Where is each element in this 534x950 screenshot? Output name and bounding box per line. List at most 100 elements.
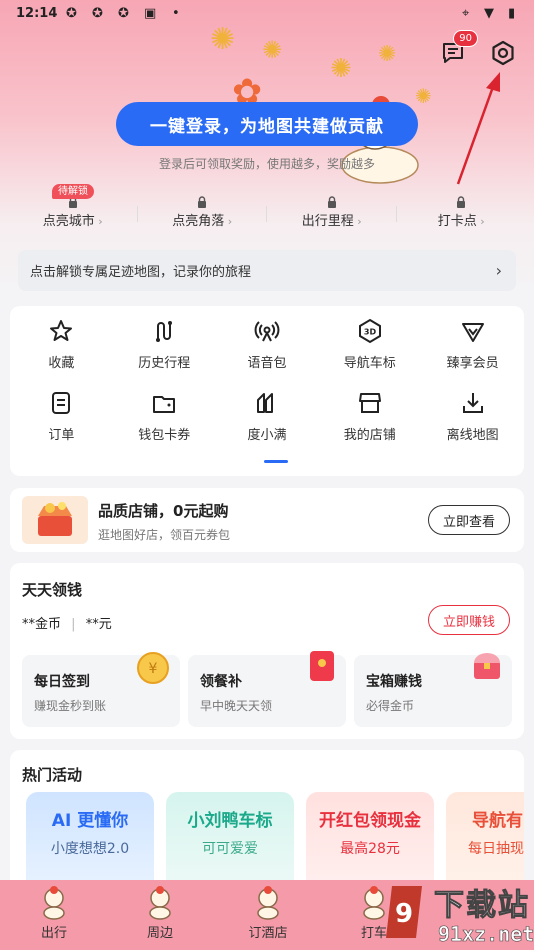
firework-decoration-icon: ✺ [330,54,352,84]
quick-link-checkin-points[interactable]: 打卡点 [397,190,527,240]
activity-title: 开红包领现金 [319,811,421,831]
svg-text:9: 9 [395,899,413,929]
grid-item-label: 语音包 [247,356,287,371]
chevron-right-icon: › [495,261,502,280]
grid-item-favorites[interactable]: 收藏 [10,306,113,378]
app-notification-icon: ✪ [92,6,103,21]
hotel-mascot-icon [257,886,279,920]
store-icon [358,393,381,413]
cash-value: **元 [85,617,112,632]
gift-basket-icon [22,496,88,544]
svg-text:3D: 3D [364,328,377,337]
grid-item-duxiaoman[interactable]: 度小满 [216,378,319,450]
grid-item-label: 导航车标 [343,356,396,371]
task-title: 每日签到 [34,674,90,690]
download-icon [462,393,483,413]
battery-icon: ▮ [508,6,516,21]
earn-now-button[interactable]: 立即赚钱 [428,605,510,635]
firework-decoration-icon: ✺ [378,42,397,67]
red-envelope-icon [310,651,334,681]
grid-item-voice-pack[interactable]: 语音包 [216,306,319,378]
quick-link-label: 点亮角落 [172,214,232,229]
grid-item-premium-member[interactable]: 臻享会员 [421,306,524,378]
quality-store-banner[interactable]: 品质店铺，0元起购 逛地图好店，领百元券包 立即查看 [10,488,524,552]
activity-card-duck-car-icon[interactable]: 小刘鸭车标 可可爱爱 [166,792,294,890]
grid-item-offline-map[interactable]: 离线地图 [421,378,524,450]
activity-subtitle: 最高28元 [340,841,400,857]
annotation-arrow [456,72,500,185]
login-subtitle: 登录后可领取奖励，使用越多，奖励越多 [158,157,375,171]
one-click-login-button[interactable]: 一键登录，为地图共建做贡献 [116,102,418,146]
grid-item-my-store[interactable]: 我的店铺 [318,378,421,450]
grid-item-label: 我的店铺 [343,428,396,443]
pending-unlock-tag: 待解锁 [52,184,94,199]
daily-coins-title: 天天领钱 [22,581,83,599]
grid-item-label: 度小满 [247,428,287,443]
quick-link-light-corner[interactable]: 点亮角落 [138,190,267,240]
grid-item-label: 离线地图 [446,428,499,443]
grid-page-indicator [264,460,288,463]
settings-button[interactable] [486,36,520,70]
firework-decoration-icon: ✺ [262,36,283,64]
app-notification-icon: ▣ [144,6,157,21]
voice-icon [254,321,280,342]
coin-balance: **金币 | **元 [22,613,112,632]
grid-item-label: 收藏 [48,356,75,371]
treasure-box-icon [474,653,500,679]
grid-item-orders[interactable]: 订单 [10,378,113,450]
watermark-url: 91xz.net [438,922,534,947]
tab-label: 订酒店 [248,926,288,941]
wallet-icon [153,396,176,413]
firework-decoration-icon: ✺ [210,22,236,57]
task-meal-subsidy[interactable]: 领餐补 早中晚天天领 [188,651,346,727]
tab-book-hotel[interactable]: 订酒店 [218,880,318,950]
activity-title: 导航有 [472,811,523,831]
tab-label: 出行 [40,926,67,941]
message-count-badge: 90 [453,30,478,47]
gold-coin-icon: ¥ [137,652,169,684]
location-icon: ⌖ [462,6,470,21]
hot-activities-title: 热门活动 [22,766,83,784]
task-treasure-box[interactable]: 宝箱赚钱 必得金币 [354,653,512,727]
task-subtitle: 赚现金秒到账 [34,699,107,713]
lock-icon [327,196,336,208]
nearby-mascot-icon [149,886,171,920]
svg-text:¥: ¥ [149,661,158,677]
quick-link-label: 打卡点 [438,214,485,229]
quick-link-label: 点亮城市 [43,214,103,229]
tab-travel[interactable]: 出行 [4,880,104,950]
quick-link-travel-mileage[interactable]: 出行里程 [267,190,397,240]
activity-subtitle: 可可爱爱 [202,841,258,857]
tab-nearby[interactable]: 周边 [110,880,210,950]
task-daily-checkin[interactable]: 每日签到 赚现金秒到账 ¥ [22,652,180,727]
quick-link-light-city[interactable]: 待解锁 点亮城市 [8,184,138,240]
task-subtitle: 必得金币 [366,699,415,713]
grid-item-trip-history[interactable]: 历史行程 [113,306,216,378]
activity-subtitle: 每日抽现 [468,841,524,857]
daily-coins-card: 天天领钱 **金币 | **元 立即赚钱 每日签到 赚现金秒到账 ¥ 领餐补 早… [10,563,524,739]
tab-label: 周边 [146,926,173,941]
task-title: 领餐补 [200,674,242,690]
coins-value: **金币 [22,617,62,632]
divider: | [71,617,76,632]
hot-activities-card: 热门活动 AI 更懂你 小度想想2.0 小刘鸭车标 可可爱爱 开红包领现金 最高… [10,750,524,890]
status-time: 12:14 [16,6,58,21]
message-button[interactable]: 90 [436,30,478,70]
unlock-footprint-map-bar[interactable]: 点击解锁专属足迹地图，记录你的旅程 › [18,250,516,291]
grid-item-nav-car-icon[interactable]: 3D 导航车标 [318,306,421,378]
store-banner-subtitle: 逛地图好店，领百元券包 [98,528,231,542]
grid-item-label: 钱包卡券 [138,428,191,443]
activity-card-ai[interactable]: AI 更懂你 小度想想2.0 [26,792,154,890]
more-notifications-dot: • [172,6,180,21]
route-icon [156,321,173,342]
grid-item-label: 臻享会员 [446,356,499,371]
app-notification-icon: ✪ [118,6,129,21]
wifi-icon: ▼ [484,6,494,21]
view-now-button[interactable]: 立即查看 [428,505,510,535]
unlock-bar-text: 点击解锁专属足迹地图，记录你的旅程 [30,265,252,280]
grid-item-wallet[interactable]: 钱包卡券 [113,378,216,450]
app-notification-icon: ✪ [66,6,77,21]
task-title: 宝箱赚钱 [366,674,422,690]
activity-title: 小刘鸭车标 [187,811,273,831]
settings-icon [492,40,514,66]
